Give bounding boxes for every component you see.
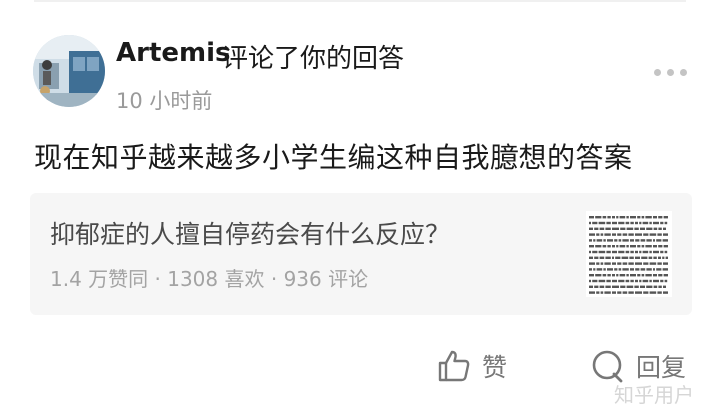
answer-stats: 1.4 万赞同 · 1308 喜欢 · 936 评论 xyxy=(50,267,369,291)
comment-text: 现在知乎越来越多小学生编这种自我臆想的答案 xyxy=(34,141,633,174)
answer-thumbnail-image xyxy=(586,211,672,297)
timestamp: 10 小时前 xyxy=(116,89,213,113)
more-options-button[interactable] xyxy=(654,64,690,80)
top-divider xyxy=(34,0,686,2)
notification-action-text: 评论了你的回答 xyxy=(222,44,405,74)
user-avatar[interactable] xyxy=(33,35,105,107)
answer-card[interactable]: 抑郁症的人擅自停药会有什么反应？ 1.4 万赞同 · 1308 喜欢 · 936… xyxy=(30,193,692,315)
like-button[interactable]: 赞 xyxy=(436,348,507,384)
username[interactable]: Artemis xyxy=(116,38,231,68)
thumbs-up-icon xyxy=(438,350,470,382)
watermark-text: 知乎用户 xyxy=(614,383,694,407)
answer-title: 抑郁症的人擅自停药会有什么反应？ xyxy=(50,220,451,249)
more-dots-icon xyxy=(654,68,661,76)
like-label: 赞 xyxy=(482,353,508,382)
